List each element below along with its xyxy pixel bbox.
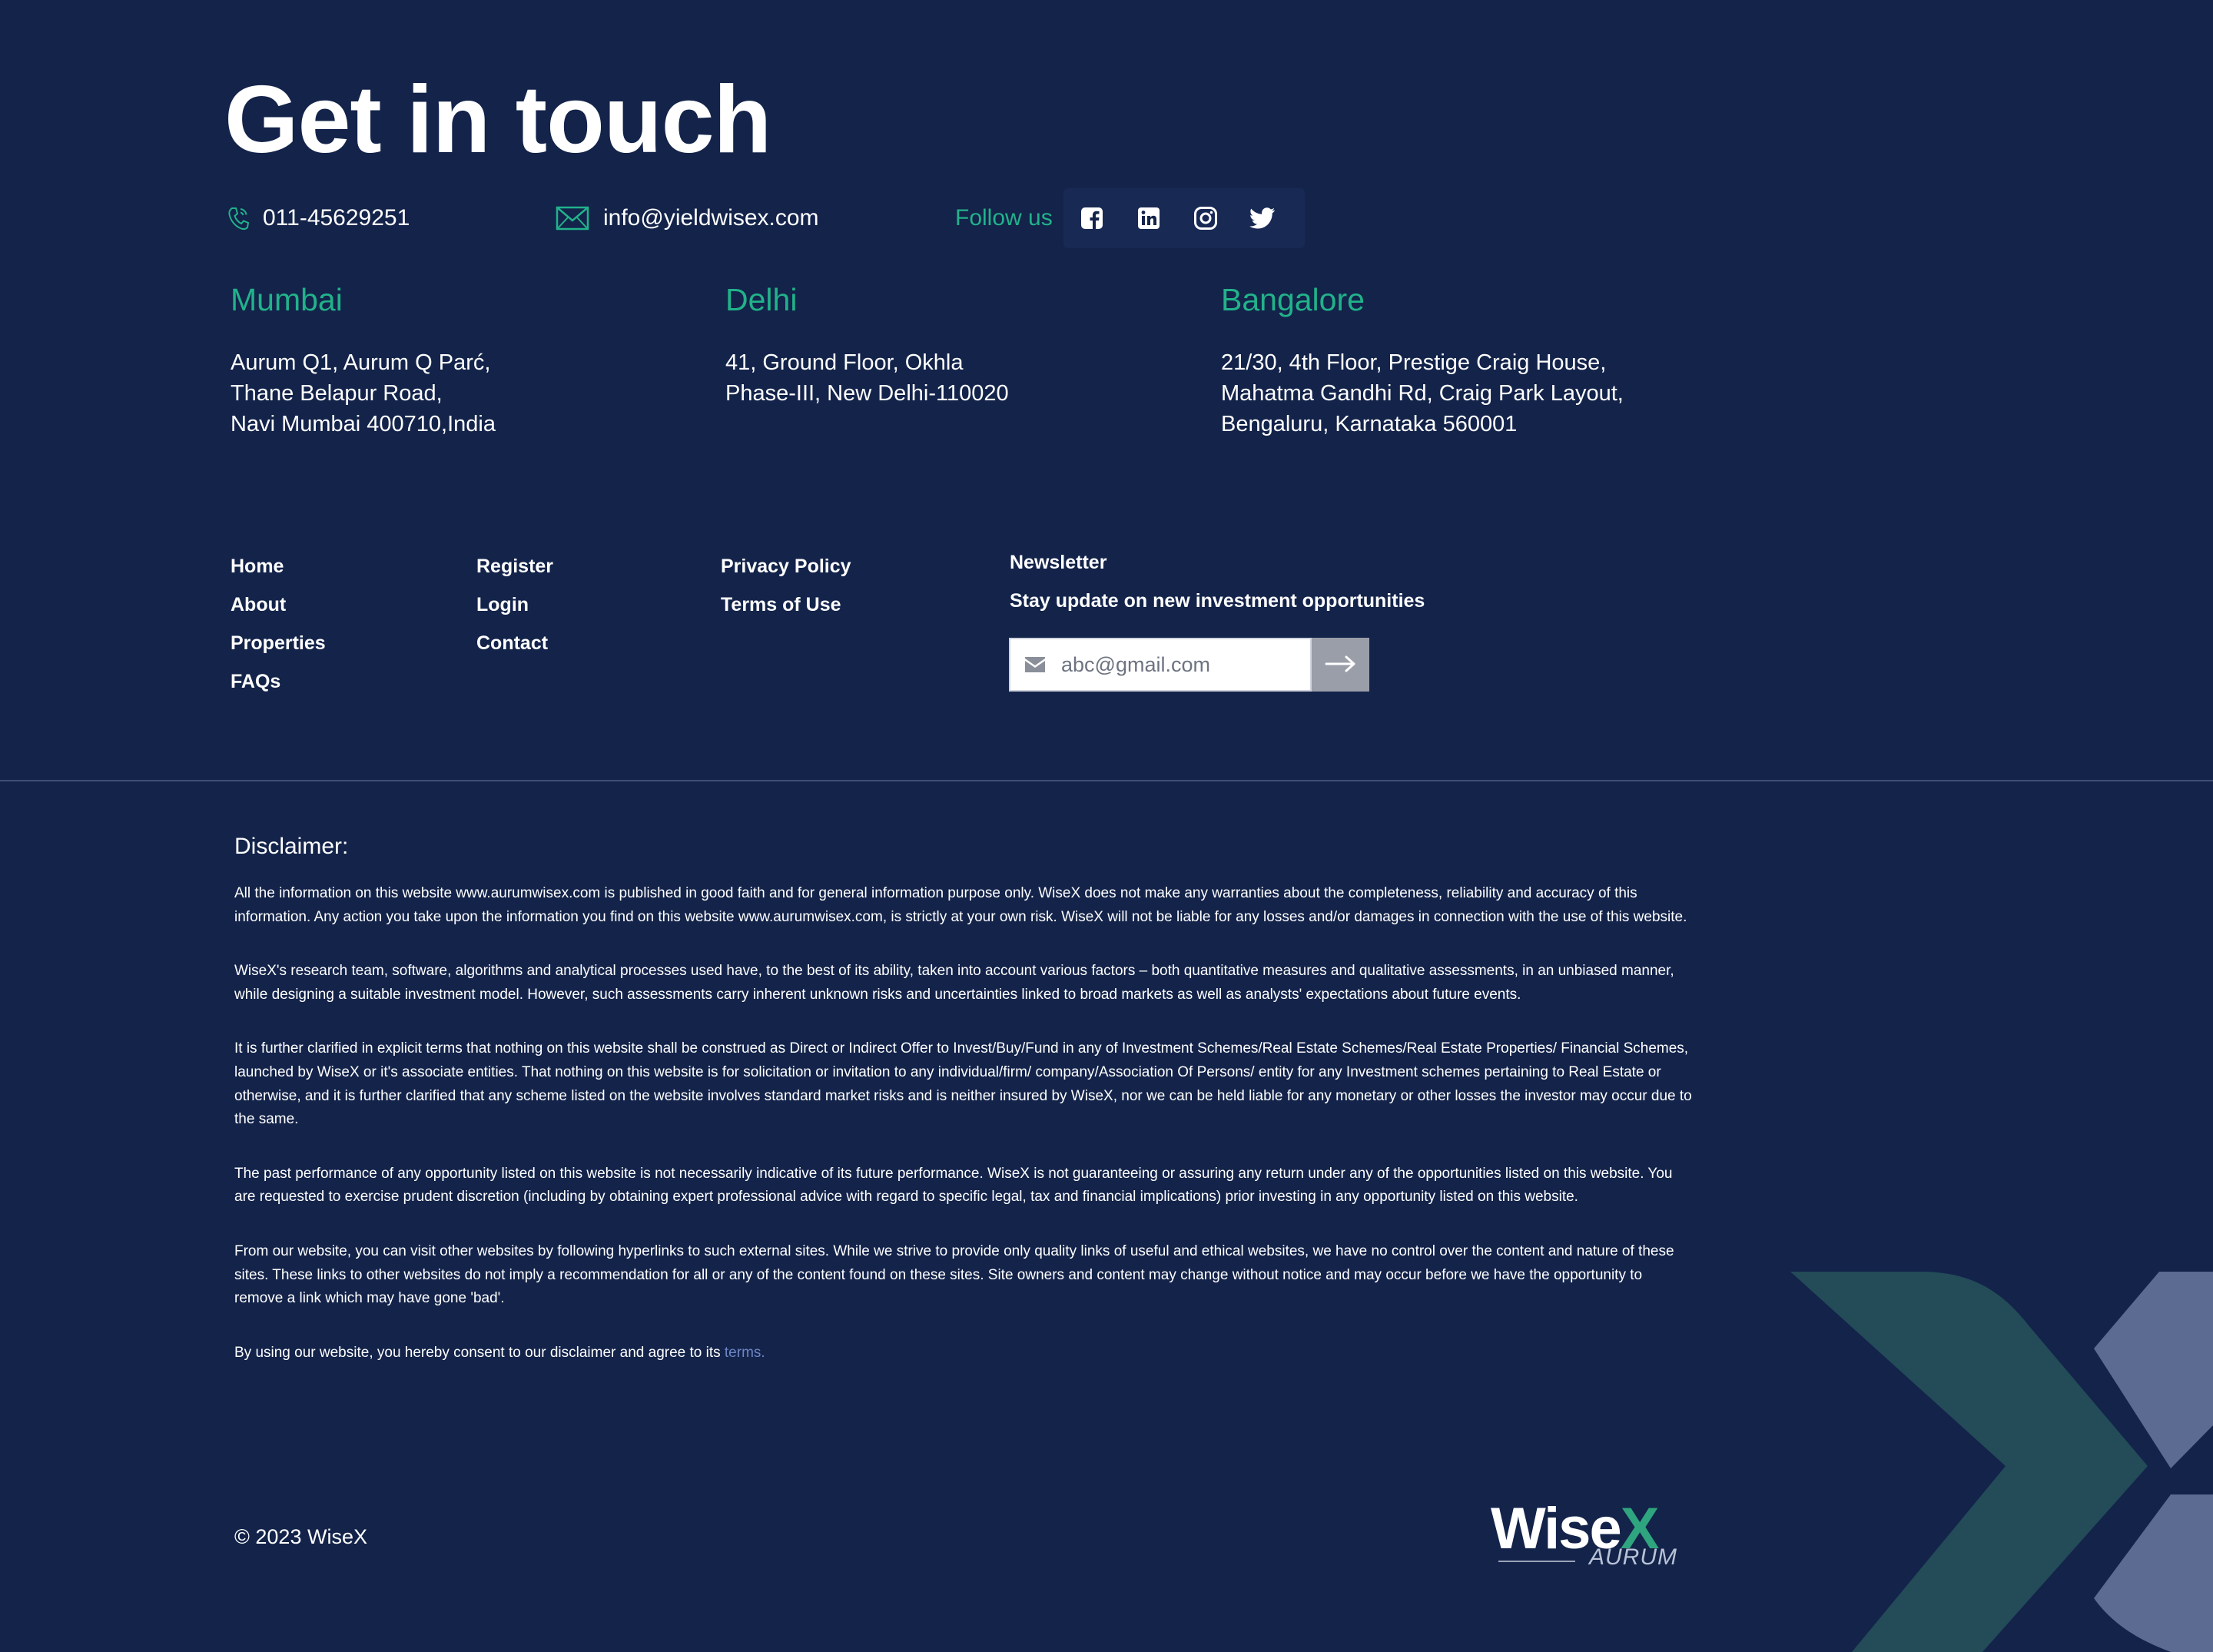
address-line: Phase-III, New Delhi-110020 (725, 381, 1009, 406)
page-title: Get in touch (224, 67, 771, 173)
twitter-icon[interactable] (1245, 201, 1280, 236)
newsletter-submit-button[interactable] (1312, 638, 1369, 692)
city-mumbai: Mumbai (231, 282, 343, 317)
email-address: info@yieldwisex.com (603, 205, 819, 231)
address-line: Aurum Q1, Aurum Q Parć, (231, 350, 491, 375)
decorative-background-shape (1790, 1272, 2213, 1652)
disclaimer-paragraph: All the information on this website www.… (234, 885, 1687, 925)
disclaimer-paragraph: WiseX's research team, software, algorit… (234, 963, 1674, 1003)
address-line: Bengaluru, Karnataka 560001 (1221, 412, 1518, 436)
address-line: Navi Mumbai 400710,India (231, 412, 496, 436)
wisex-aurum-logo[interactable]: WiseX AURUM (1491, 1497, 1690, 1574)
logo-line (1498, 1561, 1575, 1562)
disclaimer-title: Disclaimer: (234, 834, 349, 859)
city-delhi: Delhi (725, 282, 798, 317)
link-home[interactable]: Home (231, 547, 326, 585)
social-links (1063, 188, 1305, 248)
envelope-icon (1010, 656, 1060, 673)
footer-links-account: Register Login Contact (476, 547, 553, 662)
disclaimer-consent: By using our website, you hereby consent… (234, 1342, 1694, 1365)
terms-link[interactable]: terms. (725, 1345, 765, 1361)
phone-icon (227, 206, 249, 231)
link-login[interactable]: Login (476, 585, 553, 624)
consent-text: By using our website, you hereby consent… (234, 1344, 725, 1361)
follow-label: Follow us (955, 205, 1053, 231)
disclaimer-paragraph: From our website, you can visit other we… (234, 1242, 1674, 1307)
arrow-right-icon (1325, 655, 1357, 675)
address-line: Thane Belapur Road, (231, 381, 443, 406)
newsletter-title: Newsletter (1010, 552, 1107, 573)
logo-sub: AURUM (1589, 1544, 1677, 1570)
footer-links-main: Home About Properties FAQs (231, 547, 326, 701)
facebook-icon[interactable] (1074, 201, 1110, 236)
copyright: © 2023 WiseX (234, 1525, 367, 1548)
city-bangalore: Bangalore (1221, 282, 1365, 317)
follow-us: Follow us (955, 188, 1305, 248)
disclaimer-paragraph: It is further clarified in explicit term… (234, 1040, 1692, 1128)
email-contact[interactable]: info@yieldwisex.com (556, 198, 819, 238)
disclaimer-body: All the information on this website www.… (234, 882, 1694, 1395)
newsletter-subtitle: Stay update on new investment opportunit… (1010, 590, 1425, 612)
address-line: 41, Ground Floor, Okhla (725, 350, 964, 375)
address-line: 21/30, 4th Floor, Prestige Craig House, (1221, 350, 1607, 375)
address-line: Mahatma Gandhi Rd, Craig Park Layout, (1221, 381, 1624, 406)
address-delhi: 41, Ground Floor, Okhla Phase-III, New D… (725, 347, 1009, 409)
mail-icon (556, 206, 589, 231)
link-properties[interactable]: Properties (231, 624, 326, 662)
phone-contact[interactable]: 011-45629251 (227, 198, 410, 238)
newsletter-email-box (1009, 638, 1312, 692)
newsletter-email-input[interactable] (1060, 652, 1301, 678)
linkedin-icon[interactable] (1131, 201, 1166, 236)
link-terms-of-use[interactable]: Terms of Use (721, 585, 851, 624)
link-register[interactable]: Register (476, 547, 553, 585)
link-contact[interactable]: Contact (476, 624, 553, 662)
link-privacy-policy[interactable]: Privacy Policy (721, 547, 851, 585)
link-faqs[interactable]: FAQs (231, 662, 326, 701)
newsletter-form (1009, 638, 1369, 692)
instagram-icon[interactable] (1188, 201, 1223, 236)
footer-links-legal: Privacy Policy Terms of Use (721, 547, 851, 624)
phone-number: 011-45629251 (263, 205, 410, 231)
address-bangalore: 21/30, 4th Floor, Prestige Craig House, … (1221, 347, 1624, 440)
address-mumbai: Aurum Q1, Aurum Q Parć, Thane Belapur Ro… (231, 347, 496, 440)
link-about[interactable]: About (231, 585, 326, 624)
section-divider (0, 780, 2213, 781)
disclaimer-paragraph: The past performance of any opportunity … (234, 1165, 1673, 1206)
